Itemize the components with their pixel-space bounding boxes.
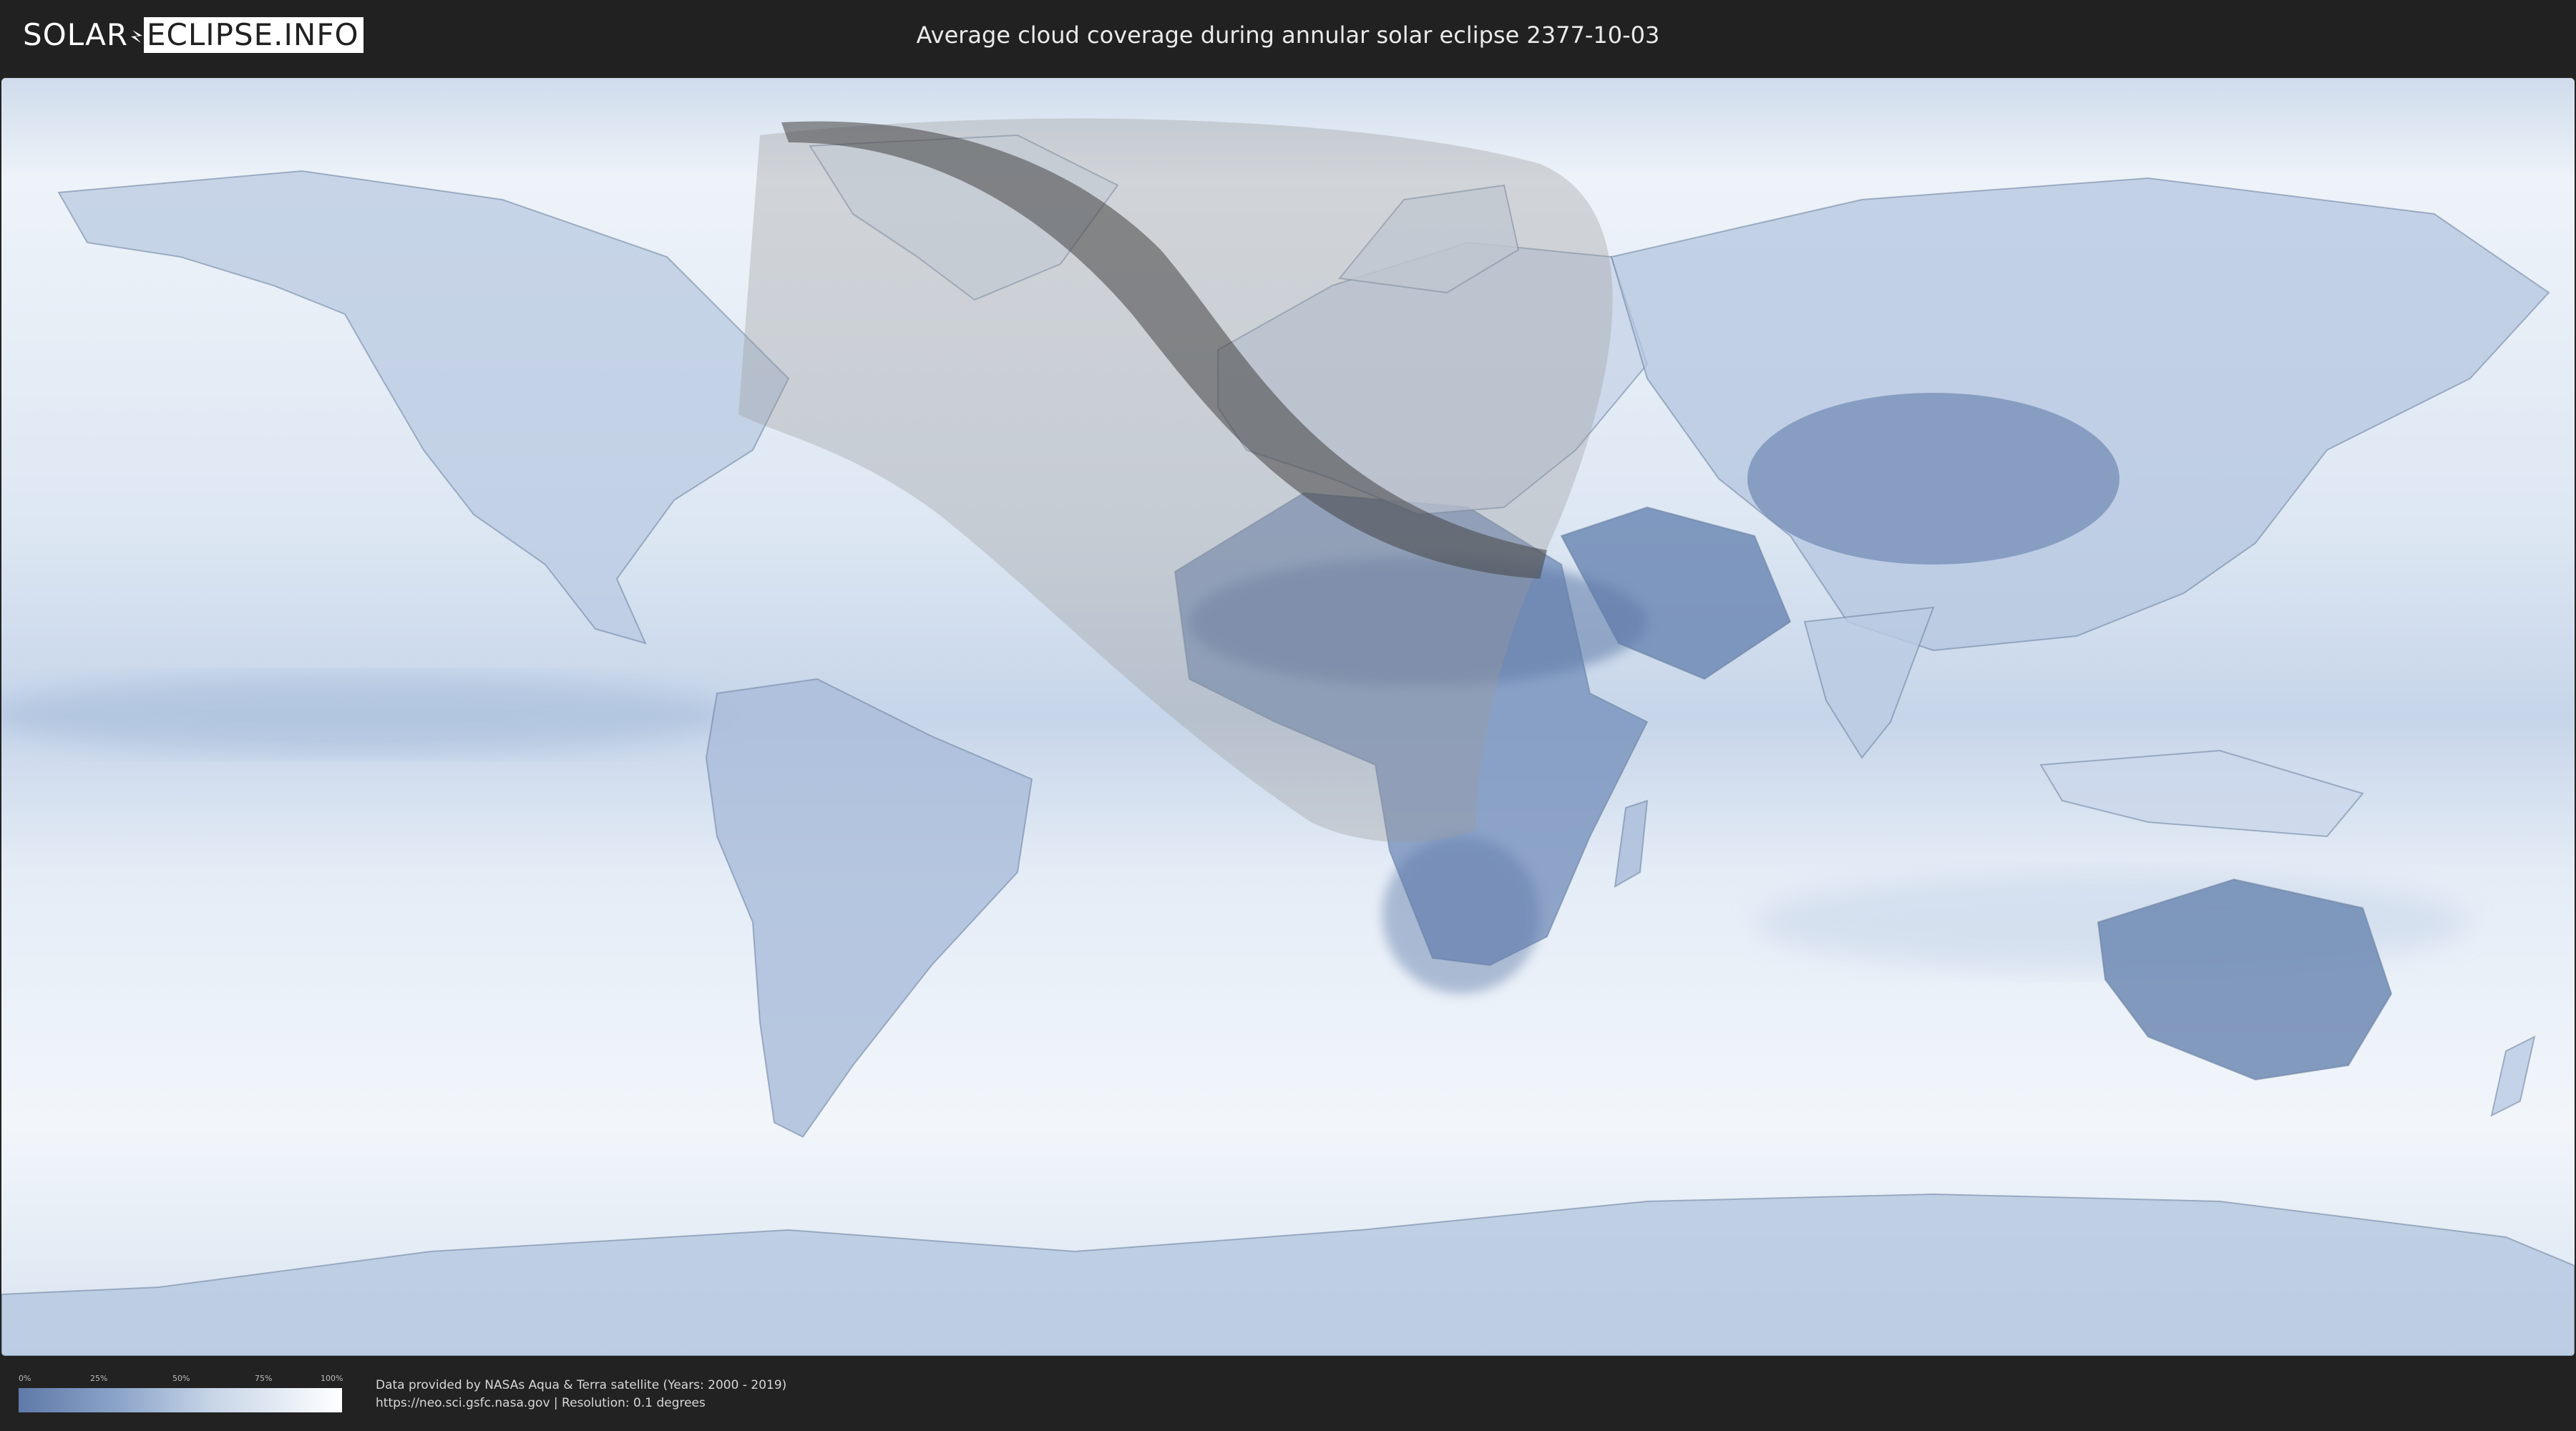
world-map-svg — [1, 78, 2575, 1356]
pacific-clear-band — [1, 675, 731, 754]
data-credits: Data provided by NASAs Aqua & Terra sate… — [376, 1377, 786, 1412]
legend-tick-100: 100% — [321, 1374, 343, 1383]
cloud-legend: 0% 25% 50% 75% 100% — [19, 1374, 343, 1412]
legend-tick-75: 75% — [255, 1374, 273, 1383]
footer-bar: 0% 25% 50% 75% 100% Data provided by NAS… — [0, 1357, 2576, 1431]
legend-ticks: 0% 25% 50% 75% 100% — [19, 1374, 343, 1385]
southern-africa-clear-region — [1382, 836, 1540, 994]
legend-tick-50: 50% — [172, 1374, 190, 1383]
credits-line-source: Data provided by NASAs Aqua & Terra sate… — [376, 1378, 787, 1392]
page-title: Average cloud coverage during annular so… — [916, 21, 1660, 49]
legend-tick-0: 0% — [19, 1374, 31, 1383]
credits-line-url[interactable]: https://neo.sci.gsfc.nasa.gov | Resoluti… — [376, 1395, 786, 1412]
legend-tick-25: 25% — [90, 1374, 108, 1383]
cloud-coverage-map[interactable] — [1, 78, 2575, 1356]
map-container — [0, 72, 2576, 1357]
legend-gradient-bar — [19, 1388, 342, 1412]
header-bar: SOLAR ECLIPSE.INFO Average cloud coverag… — [0, 0, 2576, 72]
